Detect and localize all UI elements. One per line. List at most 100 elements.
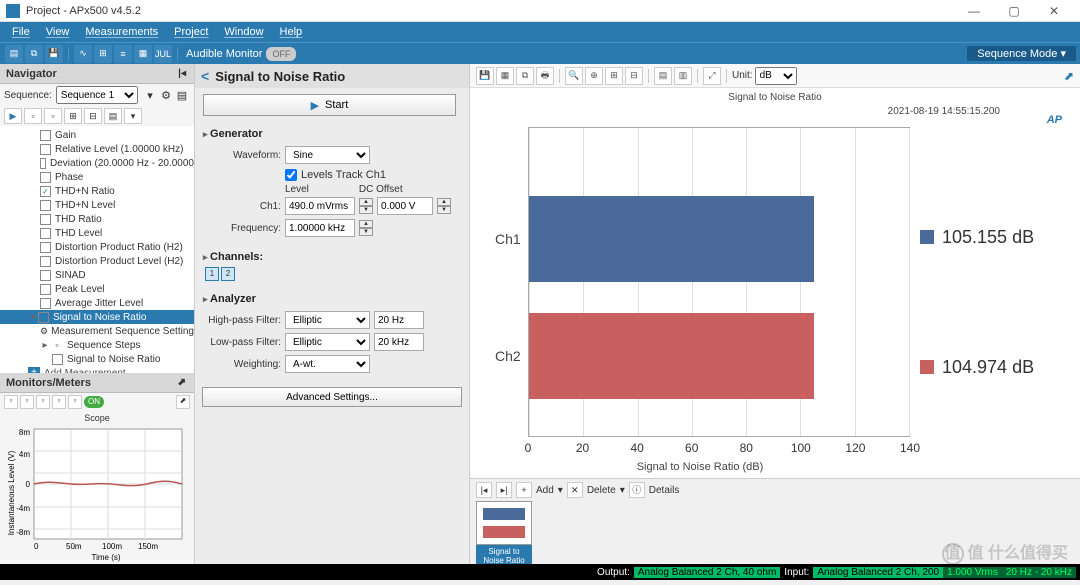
unit-select[interactable]: dB <box>755 67 797 85</box>
fit-icon[interactable]: ⊕ <box>585 67 603 85</box>
mon-btn-2[interactable]: ▫ <box>20 395 34 409</box>
thumb-add-label[interactable]: Add <box>536 485 554 496</box>
monitors-popout-icon[interactable]: ⬈ <box>176 377 188 388</box>
chart-tool-8[interactable]: ⊟ <box>625 67 643 85</box>
tree-item[interactable]: SINAD <box>0 268 194 282</box>
menu-project[interactable]: Project <box>166 26 216 38</box>
save-chart-icon[interactable]: 💾 <box>476 67 494 85</box>
tree-item[interactable]: Deviation (20.0000 Hz - 20.0000 <box>0 156 194 170</box>
tree-checkbox[interactable] <box>40 270 51 281</box>
open-icon[interactable]: ⧉ <box>25 45 43 63</box>
measurement-tree[interactable]: GainRelative Level (1.00000 kHz)Deviatio… <box>0 126 194 373</box>
tree-checkbox[interactable] <box>40 130 51 141</box>
print-icon[interactable]: 🖶 <box>536 67 554 85</box>
chart-tool-11[interactable]: ⤢ <box>703 67 721 85</box>
tree-item[interactable]: Average Jitter Level <box>0 296 194 310</box>
new-icon[interactable]: ▤ <box>5 45 23 63</box>
thumb-delete-icon[interactable]: ✕ <box>567 482 583 498</box>
waveform-select[interactable]: Sine <box>285 146 370 164</box>
mon-btn-5[interactable]: ▫ <box>68 395 82 409</box>
channel-2-button[interactable]: 2 <box>221 267 235 281</box>
chart-thumbnail[interactable]: Signal to Noise Ratio <box>476 501 532 567</box>
ch1-level-spinner[interactable]: ▲▼ <box>359 198 373 214</box>
tree-checkbox[interactable] <box>40 214 51 225</box>
menu-view[interactable]: View <box>38 26 78 38</box>
hp-value-input[interactable] <box>374 311 424 329</box>
tree-item[interactable]: THD+N Level <box>0 198 194 212</box>
menu-measurements[interactable]: Measurements <box>77 26 166 38</box>
minimize-button[interactable]: — <box>954 4 994 18</box>
thumb-details-icon[interactable]: ⓘ <box>629 482 645 498</box>
channel-1-button[interactable]: 1 <box>205 267 219 281</box>
sequence-mode-dropdown[interactable]: Sequence Mode ▾ <box>967 46 1076 61</box>
play-button[interactable]: ▶ <box>4 108 22 124</box>
tree-checkbox[interactable] <box>40 256 51 267</box>
back-icon[interactable]: < <box>201 68 209 84</box>
lp-filter-select[interactable]: Elliptic <box>285 333 370 351</box>
mon-btn-4[interactable]: ▫ <box>52 395 66 409</box>
maximize-button[interactable]: ▢ <box>994 4 1034 18</box>
lp-value-input[interactable] <box>374 333 424 351</box>
tree-checkbox[interactable] <box>40 172 51 183</box>
ch1-level-input[interactable] <box>285 197 355 215</box>
monitors-on-toggle[interactable]: ON <box>84 396 104 408</box>
nav-collapse-icon[interactable]: |◂ <box>176 68 188 79</box>
chart-popout-icon[interactable]: ⬈ <box>1064 69 1074 83</box>
tree-item[interactable]: THD Level <box>0 226 194 240</box>
tree-checkbox[interactable] <box>40 144 51 155</box>
thumb-details-label[interactable]: Details <box>649 485 680 496</box>
nav-btn-2[interactable]: ▫ <box>44 108 62 124</box>
seq-report-icon[interactable]: ▤ <box>174 89 190 102</box>
tool-a-icon[interactable]: ∿ <box>74 45 92 63</box>
levels-track-checkbox[interactable] <box>285 169 297 181</box>
close-button[interactable]: ✕ <box>1034 4 1074 18</box>
tool-c-icon[interactable]: ≡ <box>114 45 132 63</box>
tree-item[interactable]: Gain <box>0 128 194 142</box>
tree-checkbox[interactable] <box>40 298 51 309</box>
frequency-input[interactable] <box>285 219 355 237</box>
nav-btn-5[interactable]: ▤ <box>104 108 122 124</box>
tree-checkbox[interactable] <box>40 186 51 197</box>
nav-btn-3[interactable]: ⊞ <box>64 108 82 124</box>
nav-btn-4[interactable]: ⊟ <box>84 108 102 124</box>
tree-item[interactable]: THD Ratio <box>0 212 194 226</box>
tree-item[interactable]: THD+N Ratio <box>0 184 194 198</box>
zoom-icon[interactable]: 🔍 <box>565 67 583 85</box>
ch1-dc-spinner[interactable]: ▲▼ <box>437 198 451 214</box>
add-measurement[interactable]: +Add Measurement... <box>0 366 194 373</box>
audible-toggle[interactable]: OFF <box>266 47 296 61</box>
weighting-select[interactable]: A-wt. <box>285 355 370 373</box>
tree-item[interactable]: Phase <box>0 170 194 184</box>
thumb-add-icon[interactable]: + <box>516 482 532 498</box>
chart-tool-10[interactable]: ▥ <box>674 67 692 85</box>
tree-sub-2[interactable]: Signal to Noise Ratio <box>0 352 194 366</box>
tool-e-icon[interactable]: JUL <box>154 45 172 63</box>
selected-checkbox[interactable] <box>38 312 49 323</box>
tree-item[interactable]: Relative Level (1.00000 kHz) <box>0 142 194 156</box>
tool-d-icon[interactable]: ▦ <box>134 45 152 63</box>
copy-icon[interactable]: ⧉ <box>516 67 534 85</box>
thumb-delete-label[interactable]: Delete <box>587 485 616 496</box>
thumb-next-icon[interactable]: ▸| <box>496 482 512 498</box>
sequence-select[interactable]: Sequence 1 <box>56 86 138 104</box>
thumb-prev-icon[interactable]: |◂ <box>476 482 492 498</box>
tree-item[interactable]: Peak Level <box>0 282 194 296</box>
frequency-spinner[interactable]: ▲▼ <box>359 220 373 236</box>
tree-sub-1[interactable]: ▸▫Sequence Steps <box>0 338 194 352</box>
mon-btn-1[interactable]: ▫ <box>4 395 18 409</box>
start-button[interactable]: ▶ Start <box>203 94 456 116</box>
tool-b-icon[interactable]: ⊞ <box>94 45 112 63</box>
seq-config-icon[interactable]: ▾ <box>142 89 158 102</box>
ch1-dc-input[interactable] <box>377 197 433 215</box>
menu-help[interactable]: Help <box>272 26 311 38</box>
nav-btn-1[interactable]: ▫ <box>24 108 42 124</box>
tree-checkbox[interactable] <box>40 158 46 169</box>
menu-file[interactable]: File <box>4 26 38 38</box>
menu-window[interactable]: Window <box>216 26 271 38</box>
save-icon[interactable]: 💾 <box>45 45 63 63</box>
seq-gear-icon[interactable]: ⚙ <box>158 89 174 102</box>
mon-btn-3[interactable]: ▫ <box>36 395 50 409</box>
chart-tool-9[interactable]: ▤ <box>654 67 672 85</box>
tree-checkbox[interactable] <box>40 242 51 253</box>
mon-popout-icon[interactable]: ⬈ <box>176 395 190 409</box>
